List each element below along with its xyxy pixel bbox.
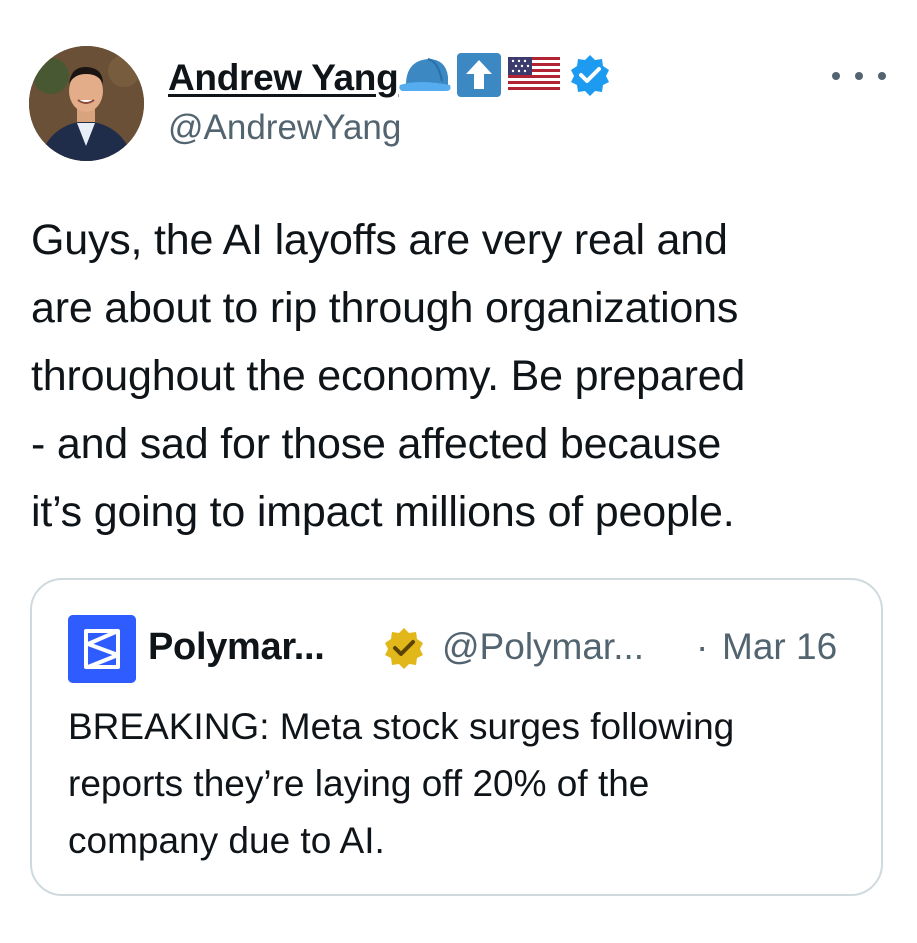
avatar[interactable] xyxy=(29,46,144,161)
blue-cap-emoji xyxy=(398,55,454,100)
author-display-name[interactable]: Andrew Yang xyxy=(168,59,399,96)
more-dot xyxy=(878,72,886,80)
quoted-display-name[interactable]: Polymar... xyxy=(148,628,325,666)
quoted-handle[interactable]: @Polymar... xyxy=(442,628,644,665)
up-arrow-emoji xyxy=(456,52,502,103)
quoted-date[interactable]: Mar 16 xyxy=(722,628,837,665)
avatar-image xyxy=(29,46,144,161)
quoted-tweet-card[interactable]: Polymar... @Polymar... · Mar 16 BREAKING… xyxy=(30,578,883,896)
us-flag-emoji xyxy=(508,55,561,100)
polymarket-logo-icon[interactable] xyxy=(68,615,136,683)
quoted-tweet-text: BREAKING: Meta stock surges following re… xyxy=(68,706,735,861)
tweet-text: Guys, the AI layoffs are very real and a… xyxy=(31,216,746,536)
quoted-separator: · xyxy=(696,626,709,667)
gold-verified-icon[interactable] xyxy=(382,626,426,670)
more-options-icon[interactable] xyxy=(832,64,886,88)
author-handle[interactable]: @AndrewYang xyxy=(168,110,401,145)
verified-badge-icon[interactable] xyxy=(568,53,612,102)
tweet: Andrew Yang @AndrewYang Guys, the AI lay… xyxy=(0,0,917,943)
more-dot xyxy=(855,72,863,80)
author-name-row: Andrew Yang xyxy=(168,52,612,102)
more-dot xyxy=(832,72,840,80)
